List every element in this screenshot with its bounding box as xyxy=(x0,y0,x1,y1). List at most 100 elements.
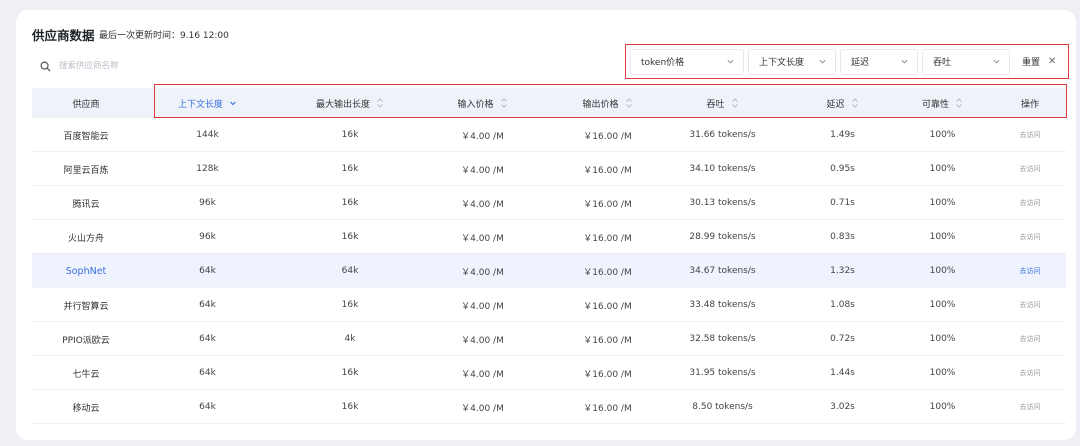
cell-context-length: 64k xyxy=(199,300,216,310)
cell-output-price: ￥16.00 /M xyxy=(583,131,632,142)
visit-link[interactable]: 去访问 xyxy=(985,356,1075,390)
cell-reliability: 100% xyxy=(929,368,956,378)
cell-reliability: 100% xyxy=(929,266,956,276)
sort-icon[interactable] xyxy=(731,98,739,108)
visit-link[interactable]: 去访问 xyxy=(985,186,1075,220)
visit-link[interactable]: 去访问 xyxy=(985,220,1075,254)
visit-link[interactable]: 去访问 xyxy=(985,152,1075,186)
table-row: 腾讯云 96k 16k ￥4.00 /M ￥16.00 /M 30.13 tokens/s… xyxy=(32,186,1066,220)
column-header-throughput[interactable]: 吞吐 xyxy=(660,88,785,118)
throughput-select[interactable]: 吞吐 xyxy=(922,48,1010,75)
cell-max-output-length: 16k xyxy=(341,232,359,242)
cell-throughput: 34.67 tokens/s xyxy=(689,266,756,276)
sort-icon[interactable] xyxy=(955,98,963,108)
cell-reliability: 100% xyxy=(929,198,956,208)
visit-link[interactable]: 去访问 xyxy=(985,322,1075,356)
cell-reliability: 100% xyxy=(929,334,956,344)
column-header-label: 吞吐 xyxy=(706,99,725,110)
chevron-down-icon xyxy=(993,59,1000,64)
search-box[interactable] xyxy=(32,56,238,76)
cell-reliability: 100% xyxy=(929,300,956,310)
latency-select[interactable]: 延迟 xyxy=(840,48,918,75)
cell-context-length: 64k xyxy=(199,334,216,344)
cell-output-price: ￥16.00 /M xyxy=(583,267,632,278)
cell-latency: 0.71s xyxy=(830,198,855,208)
cell-input-price: ￥4.00 /M xyxy=(461,403,504,414)
cell-output-price: ￥16.00 /M xyxy=(583,233,632,244)
search-input[interactable] xyxy=(59,61,219,71)
cell-throughput: 30.13 tokens/s xyxy=(689,198,756,208)
cell-context-length: 144k xyxy=(196,130,219,140)
visit-link[interactable]: 去访问 xyxy=(985,118,1075,152)
table-row: 火山方舟 96k 16k ￥4.00 /M ￥16.00 /M 28.99 tokens/… xyxy=(32,220,1066,254)
table-row: 七牛云 64k 16k ￥4.00 /M ￥16.00 /M 31.95 tokens/s… xyxy=(32,356,1066,390)
sort-icon[interactable] xyxy=(851,98,859,108)
cell-supplier: 腾讯云 xyxy=(72,199,100,210)
cell-max-output-length: 16k xyxy=(341,198,359,208)
cell-max-output-length: 64k xyxy=(341,266,359,276)
column-header-latency[interactable]: 延迟 xyxy=(785,88,900,118)
cell-context-length: 96k xyxy=(199,198,216,208)
cell-supplier: PPIO派欧云 xyxy=(62,335,110,346)
cell-reliability: 100% xyxy=(929,232,956,242)
cell-context-length: 128k xyxy=(196,164,219,174)
cell-latency: 3.02s xyxy=(830,402,855,412)
cell-input-price: ￥4.00 /M xyxy=(461,267,504,278)
cell-context-length: 64k xyxy=(199,266,216,276)
table-row: 并行智算云 64k 16k ￥4.00 /M ￥16.00 /M 33.48 tokens… xyxy=(32,288,1066,322)
sort-icon[interactable] xyxy=(625,98,633,108)
token-price-select-label: token价格 xyxy=(641,58,685,68)
throughput-select-label: 吞吐 xyxy=(933,58,952,68)
sort-icon[interactable] xyxy=(500,98,508,108)
cell-output-price: ￥16.00 /M xyxy=(583,301,632,312)
latency-select-label: 延迟 xyxy=(851,58,870,68)
filter-bar: token价格 上下文长度 延迟 吞吐 重置 ✕ xyxy=(625,44,1069,79)
cell-max-output-length: 16k xyxy=(341,300,359,310)
reset-button-label: 重置 xyxy=(1022,58,1041,68)
cell-max-output-length: 4k xyxy=(344,334,356,344)
context-length-select[interactable]: 上下文长度 xyxy=(748,48,836,75)
cell-input-price: ￥4.00 /M xyxy=(461,301,504,312)
visit-link[interactable]: 去访问 xyxy=(985,288,1075,322)
cell-input-price: ￥4.00 /M xyxy=(461,131,504,142)
cell-latency: 1.49s xyxy=(830,130,855,140)
column-header-label: 最大输出长度 xyxy=(315,99,370,110)
column-header-context-length[interactable]: 上下文长度 xyxy=(150,88,265,118)
table-row: 移动云 64k 16k ￥4.00 /M ￥16.00 /M 8.50 tokens/s 3… xyxy=(32,390,1066,424)
cell-supplier: 百度智能云 xyxy=(63,131,109,142)
reset-button[interactable]: 重置 ✕ xyxy=(1014,55,1056,68)
column-header-label: 操作 xyxy=(1020,99,1039,110)
column-header-reliability[interactable]: 可靠性 xyxy=(885,88,1000,118)
chevron-down-icon xyxy=(901,59,908,64)
cell-latency: 0.95s xyxy=(830,164,855,174)
cell-output-price: ￥16.00 /M xyxy=(583,403,632,414)
cell-output-price: ￥16.00 /M xyxy=(583,369,632,380)
cell-latency: 0.72s xyxy=(830,334,855,344)
column-header-label: 可靠性 xyxy=(921,99,949,110)
cell-supplier: 阿里云百炼 xyxy=(63,165,109,176)
cell-latency: 1.32s xyxy=(830,266,855,276)
column-header-output-price[interactable]: 输出价格 xyxy=(545,88,670,118)
search-icon xyxy=(40,57,51,76)
cell-context-length: 64k xyxy=(199,402,216,412)
column-header-input-price[interactable]: 输入价格 xyxy=(420,88,545,118)
visit-link[interactable]: 去访问 xyxy=(985,390,1075,424)
context-length-select-label: 上下文长度 xyxy=(759,58,805,68)
visit-link[interactable]: 去访问 xyxy=(985,254,1075,288)
column-header-label: 输出价格 xyxy=(582,99,619,110)
column-header-label: 供应商 xyxy=(72,99,100,110)
sort-descending-icon[interactable] xyxy=(229,98,237,108)
cell-throughput: 34.10 tokens/s xyxy=(689,164,756,174)
cell-input-price: ￥4.00 /M xyxy=(461,335,504,346)
cell-output-price: ￥16.00 /M xyxy=(583,165,632,176)
cell-max-output-length: 16k xyxy=(341,402,359,412)
cell-reliability: 100% xyxy=(929,130,956,140)
token-price-select[interactable]: token价格 xyxy=(630,48,744,75)
cell-throughput: 32.58 tokens/s xyxy=(689,334,756,344)
column-header-label: 输入价格 xyxy=(457,99,494,110)
cell-input-price: ￥4.00 /M xyxy=(461,199,504,210)
cell-max-output-length: 16k xyxy=(341,368,359,378)
cell-throughput: 31.95 tokens/s xyxy=(689,368,756,378)
sort-icon[interactable] xyxy=(376,98,384,108)
column-header-max-output-length[interactable]: 最大输出长度 xyxy=(290,88,410,118)
